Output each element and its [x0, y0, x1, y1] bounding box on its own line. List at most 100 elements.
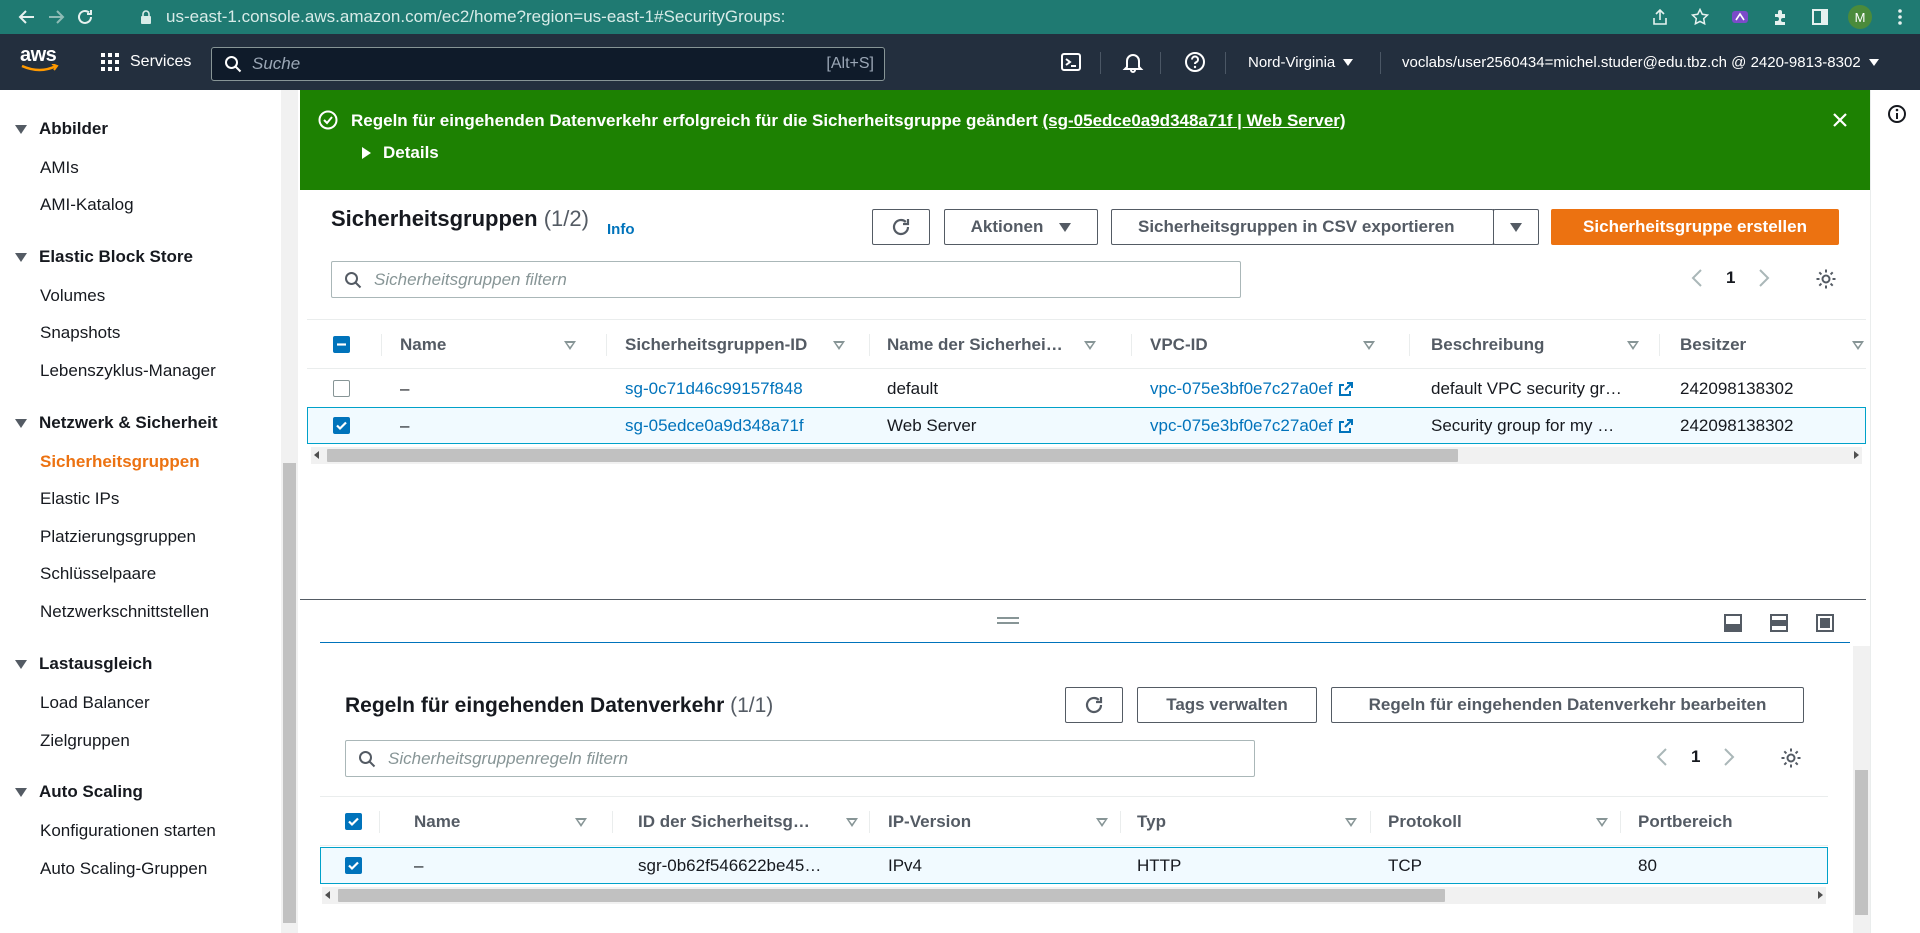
vpc-link[interactable]: vpc-075e3bf0e7c27a0ef: [1150, 370, 1354, 407]
sidebar-section-auto-scaling[interactable]: Auto Scaling: [0, 782, 143, 802]
split-panel-divider[interactable]: [300, 599, 1866, 600]
column-header-rule-id[interactable]: ID der Sicherheitsg…: [638, 797, 858, 847]
column-header-sg-name[interactable]: Name der Sicherhei…: [887, 320, 1107, 370]
sidebar-scrollbar-thumb[interactable]: [283, 463, 296, 923]
sidebar-item-target-groups[interactable]: Zielgruppen: [40, 731, 130, 751]
share-icon[interactable]: [1640, 0, 1680, 34]
column-header-description[interactable]: Beschreibung: [1431, 320, 1651, 370]
bookmark-star-icon[interactable]: [1680, 0, 1720, 34]
security-group-id-link[interactable]: sg-0c71d46c99157f848: [625, 370, 803, 407]
column-header-type[interactable]: Typ: [1137, 797, 1357, 847]
info-circle-icon[interactable]: [1887, 104, 1907, 124]
page-number[interactable]: 1: [1726, 268, 1735, 288]
sidebar-item-lifecycle-manager[interactable]: Lebenszyklus-Manager: [40, 361, 216, 381]
inbound-rules-filter-input[interactable]: Sicherheitsgruppenregeln filtern: [345, 740, 1255, 777]
page-number[interactable]: 1: [1691, 747, 1700, 767]
refresh-button[interactable]: [1065, 687, 1123, 723]
table-row[interactable]: – sg-0c71d46c99157f848 default vpc-075e3…: [307, 370, 1866, 407]
sidebar-section-network-security[interactable]: Netzwerk & Sicherheit: [0, 413, 218, 433]
select-all-checkbox[interactable]: [333, 336, 350, 353]
row-checkbox-checked[interactable]: [333, 417, 350, 434]
security-groups-horizontal-scrollbar[interactable]: [311, 447, 1862, 464]
sidebar-item-ami-katalog[interactable]: AMI-Katalog: [40, 195, 134, 215]
sidebar-item-amis[interactable]: AMIs: [40, 158, 79, 178]
browser-menu-icon[interactable]: [1880, 0, 1920, 34]
sidebar-item-elastic-ips[interactable]: Elastic IPs: [40, 489, 119, 509]
create-security-group-button[interactable]: Sicherheitsgruppe erstellen: [1551, 209, 1839, 245]
table-row-selected[interactable]: – sgr-0b62f546622be45… IPv4 HTTP TCP 80: [320, 847, 1828, 884]
sidebar-item-auto-scaling-groups[interactable]: Auto Scaling-Gruppen: [40, 859, 207, 879]
column-header-owner[interactable]: Besitzer: [1680, 320, 1864, 370]
external-link-icon: [1338, 418, 1354, 434]
sidebar-section-load-balancing[interactable]: Lastausgleich: [0, 654, 152, 674]
column-header-vpc-id[interactable]: VPC-ID: [1150, 320, 1390, 370]
back-arrow-icon[interactable]: [12, 0, 41, 34]
chevron-right-icon[interactable]: [1722, 747, 1736, 767]
column-header-name[interactable]: Name: [400, 320, 600, 370]
global-search-input[interactable]: Suche [Alt+S]: [211, 47, 885, 81]
column-header-protocol[interactable]: Protokoll: [1388, 797, 1608, 847]
vpc-link[interactable]: vpc-075e3bf0e7c27a0ef: [1150, 408, 1354, 443]
drag-handle-icon[interactable]: [997, 617, 1019, 627]
scrollbar-thumb[interactable]: [1855, 770, 1868, 915]
manage-tags-button[interactable]: Tags verwalten: [1137, 687, 1317, 723]
account-menu[interactable]: voclabs/user2560434=michel.studer@edu.tb…: [1402, 34, 1879, 90]
flash-security-group-link[interactable]: (sg-05edce0a9d348a71f | Web Server): [1043, 111, 1346, 130]
forward-arrow-icon[interactable]: [41, 0, 70, 34]
info-link[interactable]: Info: [607, 221, 635, 238]
region-selector[interactable]: Nord-Virginia: [1248, 34, 1354, 90]
cloudshell-icon[interactable]: [1060, 34, 1082, 90]
sidebar-section-abbilder[interactable]: Abbilder: [0, 119, 108, 139]
sidebar-item-security-groups[interactable]: Sicherheitsgruppen: [40, 452, 200, 472]
sidebar-item-launch-configurations[interactable]: Konfigurationen starten: [40, 821, 216, 841]
panel-maximize-icon[interactable]: [1815, 613, 1835, 633]
table-row-selected[interactable]: – sg-05edce0a9d348a71f Web Server vpc-07…: [307, 407, 1866, 444]
settings-gear-icon[interactable]: [1780, 747, 1802, 769]
puzzle-extensions-icon[interactable]: [1760, 0, 1800, 34]
profile-avatar[interactable]: M: [1840, 0, 1880, 34]
scrollbar-thumb[interactable]: [327, 449, 1458, 462]
address-bar[interactable]: us-east-1.console.aws.amazon.com/ec2/hom…: [140, 0, 785, 34]
sidebar-section-ebs[interactable]: Elastic Block Store: [0, 247, 193, 267]
export-csv-button[interactable]: Sicherheitsgruppen in CSV exportieren: [1111, 209, 1494, 245]
close-icon[interactable]: [1832, 112, 1848, 128]
actions-dropdown-button[interactable]: Aktionen: [944, 209, 1098, 245]
sidebar-item-snapshots[interactable]: Snapshots: [40, 323, 120, 343]
select-all-checkbox[interactable]: [345, 813, 362, 830]
extension-icon[interactable]: [1720, 0, 1760, 34]
aws-logo[interactable]: aws: [20, 44, 64, 78]
column-header-sg-id[interactable]: Sicherheitsgruppen-ID: [625, 320, 865, 370]
sidebar-item-key-pairs[interactable]: Schlüsselpaare: [40, 564, 156, 584]
row-checkbox-checked[interactable]: [345, 857, 362, 874]
column-header-port-range[interactable]: Portbereich: [1638, 797, 1818, 847]
chevron-left-icon[interactable]: [1655, 747, 1669, 767]
sidebar-item-network-interfaces[interactable]: Netzwerkschnittstellen: [40, 602, 209, 622]
side-panel-icon[interactable]: [1800, 0, 1840, 34]
inbound-rules-horizontal-scrollbar[interactable]: [322, 887, 1826, 904]
scrollbar-thumb[interactable]: [338, 889, 1445, 902]
sidebar-item-placement-groups[interactable]: Platzierungsgruppen: [40, 527, 196, 547]
flash-details-toggle[interactable]: Details: [362, 143, 439, 163]
account-label: voclabs/user2560434=michel.studer@edu.tb…: [1402, 53, 1861, 71]
sidebar-item-volumes[interactable]: Volumes: [40, 286, 105, 306]
help-icon[interactable]: [1184, 34, 1206, 90]
column-header-ip-version[interactable]: IP-Version: [888, 797, 1108, 847]
sidebar-item-load-balancer[interactable]: Load Balancer: [40, 693, 150, 713]
row-checkbox[interactable]: [333, 380, 350, 397]
security-group-id-link[interactable]: sg-05edce0a9d348a71f: [625, 408, 804, 443]
chevron-right-icon[interactable]: [1757, 268, 1771, 288]
notifications-bell-icon[interactable]: [1122, 34, 1144, 90]
panel-bottom-icon[interactable]: [1723, 613, 1743, 633]
search-icon: [224, 55, 242, 73]
search-shortcut: [Alt+S]: [826, 55, 874, 72]
chevron-left-icon[interactable]: [1690, 268, 1704, 288]
edit-inbound-rules-button[interactable]: Regeln für eingehenden Datenverkehr bear…: [1331, 687, 1804, 723]
services-menu[interactable]: Services: [100, 34, 191, 90]
column-header-name[interactable]: Name: [414, 797, 614, 847]
refresh-button[interactable]: [872, 209, 930, 245]
security-groups-filter-input[interactable]: Sicherheitsgruppen filtern: [331, 261, 1241, 298]
reload-icon[interactable]: [70, 0, 99, 34]
panel-side-icon[interactable]: [1769, 613, 1789, 633]
export-options-dropdown[interactable]: [1493, 209, 1539, 245]
settings-gear-icon[interactable]: [1815, 268, 1837, 290]
